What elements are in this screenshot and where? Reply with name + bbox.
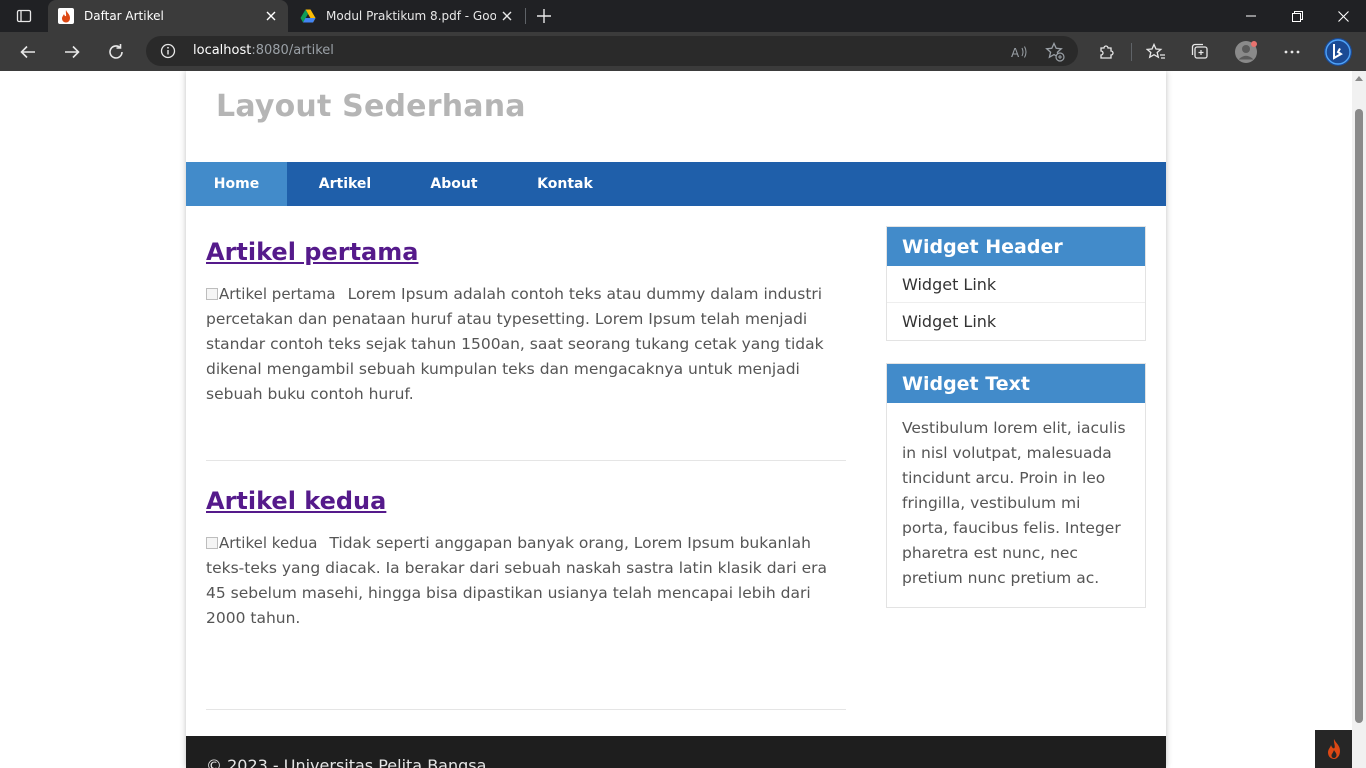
close-window-button[interactable] bbox=[1320, 0, 1366, 32]
google-drive-icon bbox=[300, 9, 316, 23]
bing-icon bbox=[1324, 38, 1352, 66]
collections-icon bbox=[1191, 43, 1208, 59]
scroll-thumb[interactable] bbox=[1355, 109, 1363, 723]
article-body: Artikel pertama Lorem Ipsum adalah contoh… bbox=[206, 282, 846, 407]
close-icon bbox=[266, 11, 276, 21]
codeigniter-flame-icon bbox=[1327, 739, 1340, 759]
page-scrollbar[interactable] bbox=[1352, 71, 1366, 768]
page-viewport: Layout Sederhana Home Artikel About Kont… bbox=[0, 71, 1352, 768]
new-tab-button[interactable] bbox=[532, 4, 556, 28]
tab-actions-icon bbox=[16, 9, 32, 23]
article-image-broken: Artikel kedua bbox=[206, 534, 317, 552]
browser-toolbar: localhost:8080/artikel A bbox=[0, 32, 1366, 71]
article-image-alt: Artikel pertama bbox=[219, 285, 336, 303]
svg-text:A: A bbox=[1011, 46, 1020, 60]
article-list: Artikel pertama Artikel pertama Lorem Ips… bbox=[206, 226, 846, 710]
forward-arrow-icon bbox=[65, 45, 80, 59]
codeigniter-flame-icon bbox=[58, 8, 74, 24]
article-title-link[interactable]: Artikel pertama bbox=[206, 238, 418, 266]
article-image-broken: Artikel pertama bbox=[206, 285, 336, 303]
address-bar[interactable]: localhost:8080/artikel A bbox=[146, 36, 1078, 66]
star-add-icon bbox=[1045, 42, 1065, 62]
page-footer: © 2023 - Universitas Pelita Bangsa bbox=[186, 736, 1166, 768]
refresh-button[interactable] bbox=[100, 36, 132, 68]
url-text[interactable]: localhost:8080/artikel bbox=[193, 43, 334, 58]
page-container: Layout Sederhana Home Artikel About Kont… bbox=[186, 71, 1166, 768]
favorites-button[interactable] bbox=[1141, 37, 1171, 67]
close-icon bbox=[1337, 10, 1349, 22]
url-host: localhost bbox=[193, 43, 252, 58]
tab-separator bbox=[525, 8, 526, 24]
main-navigation: Home Artikel About Kontak bbox=[186, 162, 1166, 206]
nav-kontak[interactable]: Kontak bbox=[526, 162, 604, 206]
collections-button[interactable] bbox=[1185, 37, 1215, 67]
read-aloud-button[interactable]: A bbox=[1008, 41, 1030, 63]
broken-image-icon bbox=[206, 537, 218, 549]
site-title: Layout Sederhana bbox=[216, 89, 526, 124]
toolbar-separator bbox=[1131, 43, 1132, 61]
sidebar: Widget Header Widget Link Widget Link Wi… bbox=[886, 226, 1146, 630]
close-icon bbox=[502, 11, 512, 21]
tab-modul-praktikum[interactable]: Modul Praktikum 8.pdf - Google bbox=[290, 0, 524, 32]
article-title: Artikel kedua bbox=[206, 485, 846, 517]
nav-artikel[interactable]: Artikel bbox=[304, 162, 386, 206]
article-item: Artikel pertama Artikel pertama Lorem Ips… bbox=[206, 236, 846, 461]
forward-button[interactable] bbox=[56, 36, 88, 68]
codeigniter-debug-toolbar-button[interactable] bbox=[1315, 730, 1352, 768]
widget-header: Widget Header bbox=[887, 227, 1145, 266]
restore-icon bbox=[1291, 10, 1303, 22]
tab-title: Modul Praktikum 8.pdf - Google bbox=[326, 9, 496, 23]
widget-link[interactable]: Widget Link bbox=[887, 266, 1145, 303]
add-favorite-button[interactable] bbox=[1044, 41, 1066, 63]
bing-copilot-button[interactable] bbox=[1323, 37, 1353, 67]
refresh-icon bbox=[109, 44, 123, 59]
nav-about[interactable]: About bbox=[418, 162, 490, 206]
minimize-button[interactable] bbox=[1228, 0, 1274, 32]
widget-text-header: Widget Text bbox=[887, 364, 1145, 403]
extensions-button[interactable] bbox=[1092, 37, 1122, 67]
back-arrow-icon bbox=[20, 45, 35, 59]
broken-image-icon bbox=[206, 288, 218, 300]
more-dots-icon bbox=[1284, 50, 1300, 54]
scroll-up-arrow-icon[interactable] bbox=[1355, 76, 1363, 81]
article-image-alt: Artikel kedua bbox=[219, 534, 318, 552]
browser-tab-strip: Daftar Artikel Modul Praktikum 8.pdf - G… bbox=[0, 0, 1366, 32]
close-tab-button[interactable] bbox=[496, 5, 518, 27]
tab-title: Daftar Artikel bbox=[84, 9, 164, 23]
avatar-icon bbox=[1235, 41, 1257, 63]
widget-links: Widget Header Widget Link Widget Link bbox=[886, 226, 1146, 341]
widget-link[interactable]: Widget Link bbox=[887, 303, 1145, 340]
settings-more-button[interactable] bbox=[1277, 37, 1307, 67]
nav-home[interactable]: Home bbox=[186, 162, 287, 206]
tab-daftar-artikel[interactable]: Daftar Artikel bbox=[48, 0, 288, 32]
back-button[interactable] bbox=[12, 36, 44, 68]
site-info-icon[interactable] bbox=[160, 43, 176, 59]
tab-actions-menu-button[interactable] bbox=[8, 4, 40, 28]
article-title: Artikel pertama bbox=[206, 236, 846, 268]
article-item: Artikel kedua Artikel kedua Tidak seperti… bbox=[206, 485, 846, 710]
close-tab-button[interactable] bbox=[260, 5, 282, 27]
read-aloud-icon: A bbox=[1011, 46, 1027, 60]
article-body: Artikel kedua Tidak seperti anggapan bany… bbox=[206, 531, 846, 631]
minimize-icon bbox=[1246, 15, 1256, 17]
puzzle-icon bbox=[1100, 45, 1114, 59]
profile-button[interactable] bbox=[1231, 37, 1261, 67]
article-title-link[interactable]: Artikel kedua bbox=[206, 487, 386, 515]
widget-text-box: Widget Text Vestibulum lorem elit, iacul… bbox=[886, 363, 1146, 608]
url-path: :8080/artikel bbox=[251, 43, 334, 58]
restore-button[interactable] bbox=[1274, 0, 1320, 32]
plus-icon bbox=[537, 9, 551, 23]
widget-text-content: Vestibulum lorem elit, iaculis in nisl v… bbox=[902, 419, 1126, 587]
favorites-star-icon bbox=[1146, 43, 1165, 59]
